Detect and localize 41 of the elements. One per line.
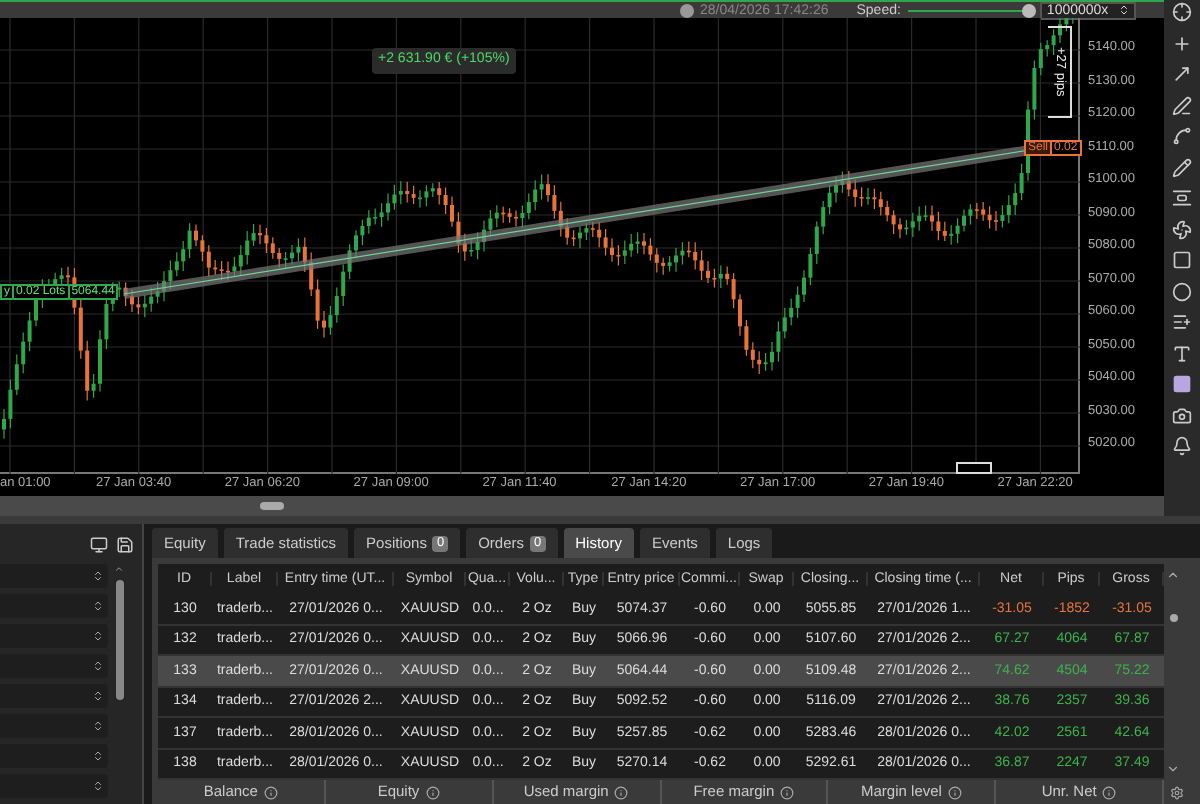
circle-icon[interactable] [1172, 281, 1192, 301]
dropdown-field[interactable] [0, 774, 108, 798]
info-icon[interactable] [780, 785, 795, 799]
scrollbar-thumb[interactable] [260, 502, 284, 510]
settings-icon[interactable] [1170, 785, 1184, 799]
info-icon[interactable] [614, 785, 629, 799]
scroll-up-icon[interactable] [114, 564, 124, 574]
rectangle-icon[interactable] [1172, 250, 1192, 270]
pen-icon[interactable] [1172, 95, 1192, 115]
monitor-icon[interactable] [90, 535, 108, 553]
pencil-icon[interactable] [1172, 157, 1192, 177]
dropdown-field[interactable] [0, 624, 108, 648]
time-marker-icon[interactable] [956, 462, 992, 474]
chart-scrollbar[interactable] [0, 496, 1164, 516]
crosshair-icon[interactable] [1172, 2, 1192, 22]
dropdown-field[interactable] [0, 654, 108, 678]
info-icon[interactable] [1102, 785, 1117, 799]
scroll-up-icon[interactable] [1166, 568, 1180, 582]
playback-thumb[interactable] [680, 3, 694, 17]
dropdown-field[interactable] [0, 714, 108, 738]
bell-icon[interactable] [1172, 436, 1192, 456]
lines-plus-icon[interactable] [1172, 312, 1192, 332]
arrow-icon[interactable] [1172, 64, 1192, 84]
text-icon[interactable] [1172, 343, 1192, 363]
dropdown-field[interactable] [0, 594, 108, 618]
dropdown-field[interactable] [0, 744, 108, 768]
scrollbar-thumb[interactable] [115, 580, 123, 700]
fan-icon[interactable] [1172, 219, 1192, 239]
save-icon[interactable] [116, 535, 134, 553]
dropdown-field[interactable] [0, 684, 108, 708]
speed-slider-thumb[interactable] [1022, 3, 1037, 17]
curve-icon[interactable] [1172, 126, 1192, 146]
scrollbar-thumb[interactable] [1169, 613, 1177, 621]
info-icon[interactable] [947, 785, 962, 799]
scroll-down-icon[interactable] [1166, 762, 1180, 776]
camera-icon[interactable] [1172, 405, 1192, 425]
info-icon[interactable] [425, 785, 440, 799]
info-icon[interactable] [263, 785, 278, 799]
dropdown-field[interactable] [0, 564, 108, 588]
plus-icon[interactable] [1172, 33, 1192, 53]
filled-square-icon[interactable] [1172, 374, 1192, 394]
